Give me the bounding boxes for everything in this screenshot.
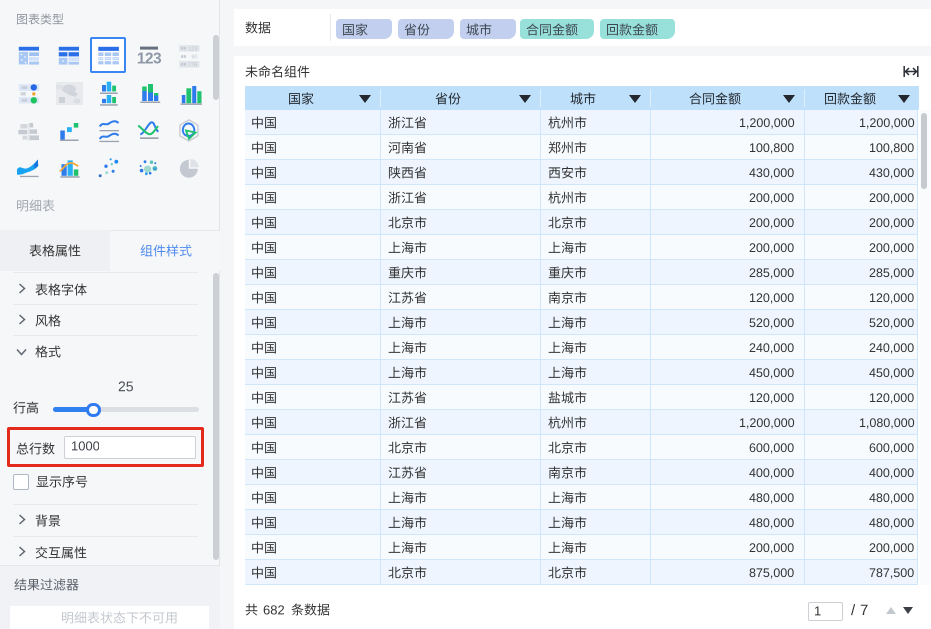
svg-text:77B: 77B — [188, 62, 198, 68]
svg-text:90: 90 — [191, 55, 197, 61]
svg-text:123: 123 — [137, 50, 162, 67]
svg-text:123: 123 — [188, 46, 197, 52]
